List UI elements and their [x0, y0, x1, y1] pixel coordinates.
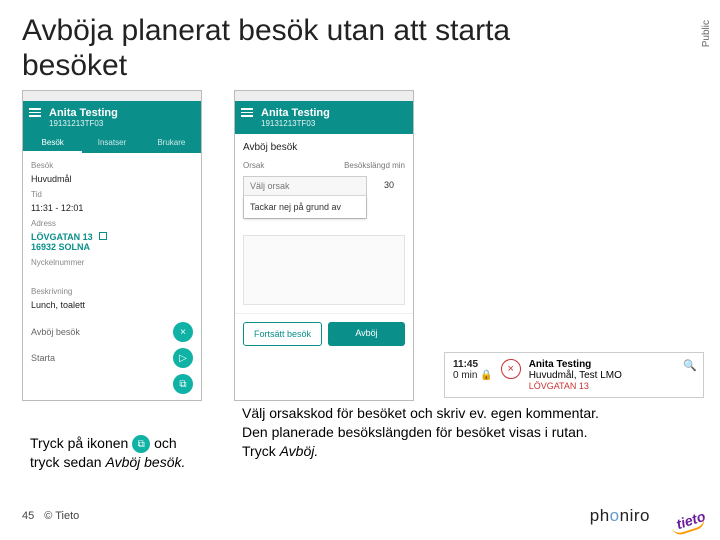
- value-besok: Huvudmål: [31, 174, 193, 184]
- appbar-title: Anita Testing: [261, 107, 405, 119]
- phone-screenshot-2: Anita Testing 19131213TF03 Avböj besök O…: [234, 90, 414, 401]
- dropdown-selected: Välj orsak: [244, 177, 366, 196]
- appbar-subtitle: 19131213TF03: [261, 119, 405, 128]
- action-starta[interactable]: Starta ▷: [31, 348, 193, 368]
- tab-brukare[interactable]: Brukare: [142, 134, 201, 153]
- copyright: © Tieto: [44, 510, 79, 522]
- cap-left-1a: Tryck på ikonen: [30, 435, 132, 451]
- app-bar: Anita Testing 19131213TF03: [235, 101, 413, 134]
- cap-right-3a: Tryck: [242, 443, 280, 459]
- card-time: 11:45 0 min 🔒: [453, 359, 493, 381]
- label-nyckel: Nyckelnummer: [31, 258, 193, 267]
- action-extra[interactable]: ⧉: [31, 374, 193, 394]
- cap-left-2b: Avböj besök.: [105, 454, 185, 470]
- status-bar: [23, 91, 201, 101]
- app-bar: Anita Testing 19131213TF03: [23, 101, 201, 134]
- slide-title: Avböja planerat besök utan att starta be…: [22, 14, 622, 83]
- actions-panel: Avböj besök × Starta ▷ ⧉: [23, 316, 201, 400]
- cancel-circle-icon[interactable]: ×: [501, 359, 521, 379]
- phoniro-logo: phoniro: [590, 506, 650, 526]
- magnify-icon: 🔍: [683, 359, 697, 372]
- cap-right-3b: Avböj.: [280, 443, 319, 459]
- hamburger-icon[interactable]: [29, 108, 41, 119]
- continue-button[interactable]: Fortsätt besök: [243, 322, 322, 346]
- label-beskr: Beskrivning: [31, 287, 193, 296]
- tab-insatser[interactable]: Insatser: [82, 134, 141, 153]
- reject-form: Avböj besök Orsak Besökslängd min Välj o…: [235, 134, 413, 313]
- label-adress: Adress: [31, 219, 193, 228]
- page-number: 45: [22, 510, 34, 522]
- cap-left-2a: tryck sedan: [30, 454, 105, 470]
- caption-left: Tryck på ikonen ⧉ och tryck sedan Avböj …: [30, 434, 225, 472]
- value-adress: LÖVGATAN 13 16932 SOLNA: [31, 232, 193, 252]
- card-line2: Huvudmål, Test LMO: [529, 370, 622, 381]
- classification-label: Public: [701, 20, 712, 47]
- footer-left: 45 © Tieto: [22, 510, 79, 522]
- reject-button[interactable]: Avböj: [328, 322, 405, 346]
- action-avboj-label: Avböj besök: [31, 327, 80, 337]
- close-circle-icon: ×: [173, 322, 193, 342]
- dropdown-option[interactable]: Tackar nej på grund av: [244, 196, 366, 218]
- lock-icon: 🔒: [480, 370, 492, 381]
- copy-circle-icon: ⧉: [173, 374, 193, 394]
- status-bar: [235, 91, 413, 101]
- phone-screenshot-1: Anita Testing 19131213TF03 Besök Insatse…: [22, 90, 202, 401]
- detail-content: Besök Huvudmål Tid 11:31 - 12:01 Adress …: [23, 153, 201, 316]
- cap-right-2: Den planerade besökslängden för besöket …: [242, 424, 588, 440]
- form-columns: Orsak Besökslängd min: [243, 161, 405, 170]
- card-name: Anita Testing: [529, 359, 622, 370]
- copy-icon[interactable]: [99, 232, 107, 240]
- reason-dropdown[interactable]: Välj orsak Tackar nej på grund av: [243, 176, 367, 219]
- form-heading: Avböj besök: [243, 142, 405, 153]
- col-length: Besökslängd min: [344, 161, 405, 170]
- tieto-logo: tieto: [664, 502, 704, 530]
- caption-right: Välj orsakskod för besöket och skriv ev.…: [242, 404, 697, 461]
- col-orsak: Orsak: [243, 161, 264, 170]
- tab-bar: Besök Insatser Brukare: [23, 134, 201, 153]
- card-address: LÖVGATAN 13: [529, 381, 622, 391]
- action-avboj[interactable]: Avböj besök ×: [31, 322, 193, 342]
- visit-card: 11:45 0 min 🔒 × Anita Testing Huvudmål, …: [444, 352, 704, 398]
- play-circle-icon: ▷: [173, 348, 193, 368]
- length-value: 30: [373, 176, 405, 190]
- value-nyckel: [31, 271, 193, 281]
- label-besok: Besök: [31, 161, 193, 170]
- adress-line2: 16932 SOLNA: [31, 242, 90, 252]
- slide-footer: 45 © Tieto phoniro tieto: [22, 502, 704, 530]
- card-info: Anita Testing Huvudmål, Test LMO LÖVGATA…: [529, 359, 622, 391]
- cap-left-1b: och: [154, 435, 177, 451]
- adress-line1: LÖVGATAN 13: [31, 232, 93, 242]
- label-tid: Tid: [31, 190, 193, 199]
- appbar-title: Anita Testing: [49, 107, 193, 119]
- appbar-subtitle: 19131213TF03: [49, 119, 193, 128]
- screenshots-row: Anita Testing 19131213TF03 Besök Insatse…: [22, 90, 414, 401]
- copy-circle-icon: ⧉: [132, 435, 150, 453]
- card-time-value: 11:45: [453, 359, 478, 370]
- hamburger-icon[interactable]: [241, 108, 253, 119]
- action-starta-label: Starta: [31, 353, 55, 363]
- value-beskr: Lunch, toalett: [31, 300, 193, 310]
- button-row: Fortsätt besök Avböj: [235, 313, 413, 354]
- card-duration: 0 min: [453, 370, 477, 381]
- comment-textarea[interactable]: [243, 235, 405, 305]
- value-tid: 11:31 - 12:01: [31, 203, 193, 213]
- tab-besok[interactable]: Besök: [23, 134, 82, 153]
- cap-right-1: Välj orsakskod för besöket och skriv ev.…: [242, 405, 599, 421]
